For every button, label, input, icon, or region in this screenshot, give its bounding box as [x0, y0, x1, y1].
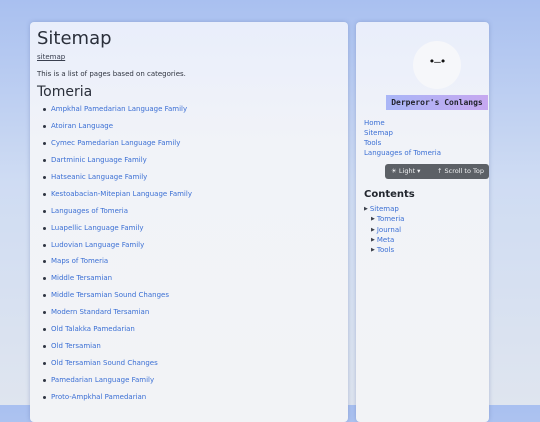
toc-item-tools[interactable]: ▶ Tools	[364, 245, 404, 255]
intro-text: This is a list of pages based on categor…	[37, 70, 186, 78]
caret-right-icon: ▶	[371, 236, 375, 243]
page-link[interactable]: Cymec Pamedarian Language Family	[42, 137, 192, 154]
sidebar-controls: ☀ Light ▾ ↑ Scroll to Top	[385, 164, 489, 179]
page-link[interactable]: Middle Tersamian Sound Changes	[42, 289, 192, 306]
caret-right-icon: ▶	[364, 206, 368, 212]
page-link[interactable]: Pamedarian Language Family	[42, 374, 192, 391]
sidebar-nav: Home Sitemap Tools Languages of Tomeria	[364, 118, 441, 158]
section-heading: Tomeria	[37, 84, 93, 100]
nav-link-languages-of-tomeria[interactable]: Languages of Tomeria	[364, 148, 441, 158]
site-logo[interactable]: •—•	[413, 41, 461, 89]
page-link[interactable]: Old Tersamian Sound Changes	[42, 357, 192, 374]
page-link[interactable]: Maps of Tomeria	[42, 255, 192, 272]
page-link[interactable]: Ludovian Language Family	[42, 239, 192, 256]
page-link[interactable]: Old Talakka Pamedarian	[42, 323, 192, 340]
scroll-to-top-button[interactable]: ↑ Scroll to Top	[437, 164, 484, 179]
caret-right-icon: ▶	[371, 216, 375, 223]
page-link[interactable]: Ampkhal Pamedarian Language Family	[42, 103, 192, 120]
page-link[interactable]: Languages of Tomeria	[42, 205, 192, 222]
toc-item-sitemap[interactable]: ▶ Sitemap	[364, 204, 404, 214]
page-link[interactable]: Kestoabacian-Mitepian Language Family	[42, 188, 192, 205]
page-link[interactable]: Atoiran Language	[42, 120, 192, 137]
main-panel: Sitemap sitemap This is a list of pages …	[30, 22, 348, 422]
nav-link-tools[interactable]: Tools	[364, 138, 441, 148]
caret-right-icon: ▶	[371, 247, 375, 254]
site-brand[interactable]: Derperor's Conlangs	[386, 95, 488, 110]
logo-face-icon: •—•	[428, 55, 447, 68]
page-link[interactable]: Luapellic Language Family	[42, 222, 192, 239]
toc-item-journal[interactable]: ▶ Journal	[364, 225, 404, 235]
toc-item-tomeria[interactable]: ▶ Tomeria	[364, 214, 404, 224]
page-link[interactable]: Dartminic Language Family	[42, 154, 192, 171]
caret-right-icon: ▶	[371, 226, 375, 233]
contents-heading: Contents	[364, 189, 415, 200]
theme-toggle-button[interactable]: ☀ Light ▾	[391, 164, 420, 179]
page-link[interactable]: Proto-Ampkhal Pamedarian	[42, 391, 192, 408]
nav-link-sitemap[interactable]: Sitemap	[364, 128, 441, 138]
breadcrumb[interactable]: sitemap	[37, 53, 65, 61]
table-of-contents: ▶ Sitemap ▶ Tomeria ▶ Journal ▶ Meta ▶ Tools	[364, 204, 404, 255]
toc-item-meta[interactable]: ▶ Meta	[364, 235, 404, 245]
sidebar: •—• Derperor's Conlangs Home Sitemap Too…	[356, 22, 489, 422]
page-link[interactable]: Modern Standard Tersamian	[42, 306, 192, 323]
page-link[interactable]: Old Tersamian	[42, 340, 192, 357]
page-list: Ampkhal Pamedarian Language Family Atoir…	[42, 103, 192, 408]
page-link[interactable]: Hatseanic Language Family	[42, 171, 192, 188]
nav-link-home[interactable]: Home	[364, 118, 441, 128]
page-link[interactable]: Middle Tersamian	[42, 272, 192, 289]
page-title: Sitemap	[37, 28, 112, 49]
